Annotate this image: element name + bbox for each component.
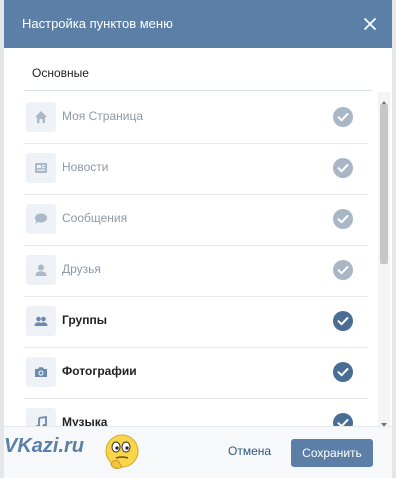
menu-item-music[interactable]: Музыка bbox=[24, 398, 368, 426]
menu-item-news[interactable]: Новости bbox=[24, 143, 368, 195]
check-icon[interactable] bbox=[333, 362, 353, 382]
menu-item-label: Сообщения bbox=[62, 211, 128, 225]
menu-item-label: Музыка bbox=[62, 415, 108, 426]
check-icon[interactable] bbox=[333, 158, 353, 178]
check-icon[interactable] bbox=[333, 107, 353, 127]
scroll-up-arrow-icon[interactable] bbox=[380, 94, 388, 105]
menu-item-my-page[interactable]: Моя Страница bbox=[24, 92, 368, 144]
tab-main[interactable]: Основные bbox=[32, 66, 89, 80]
save-button[interactable]: Сохранить bbox=[291, 439, 373, 467]
scroll-thumb[interactable] bbox=[380, 104, 388, 264]
news-icon bbox=[26, 153, 56, 183]
dialog-title: Настройка пунктов меню bbox=[22, 16, 173, 31]
tab-bar: Основные bbox=[24, 48, 372, 91]
check-icon[interactable] bbox=[333, 413, 353, 426]
message-icon bbox=[26, 204, 56, 234]
menu-settings-dialog: Настройка пунктов меню Основные Моя Стра… bbox=[4, 0, 392, 478]
cancel-button[interactable]: Отмена bbox=[228, 444, 271, 458]
menu-item-messages[interactable]: Сообщения bbox=[24, 194, 368, 246]
groups-icon bbox=[26, 306, 56, 336]
close-icon[interactable] bbox=[358, 12, 382, 36]
dialog-footer: VKazi.ru Отмена Сохранить bbox=[4, 426, 392, 478]
music-icon bbox=[26, 408, 56, 426]
menu-item-groups[interactable]: Группы bbox=[24, 296, 368, 348]
watermark-logo: VKazi.ru bbox=[4, 435, 85, 457]
menu-item-label: Друзья bbox=[62, 262, 101, 276]
check-icon[interactable] bbox=[333, 260, 353, 280]
camera-icon bbox=[26, 357, 56, 387]
menu-item-label: Новости bbox=[62, 160, 109, 174]
list-scrollbar[interactable] bbox=[378, 92, 390, 427]
menu-item-label: Моя Страница bbox=[62, 109, 144, 123]
menu-item-friends[interactable]: Друзья bbox=[24, 245, 368, 297]
dialog-header: Настройка пунктов меню bbox=[4, 0, 392, 48]
menu-item-photos[interactable]: Фотографии bbox=[24, 347, 368, 399]
friend-icon bbox=[26, 255, 56, 285]
check-icon[interactable] bbox=[333, 311, 353, 331]
scroll-down-arrow-icon[interactable] bbox=[380, 416, 388, 427]
check-icon[interactable] bbox=[333, 209, 353, 229]
menu-item-label: Группы bbox=[62, 313, 107, 327]
menu-item-label: Фотографии bbox=[62, 364, 137, 378]
menu-item-list: Моя Страница Новости Сообщения Друзья Гр… bbox=[24, 92, 368, 426]
home-icon bbox=[26, 102, 56, 132]
thinking-smiley-icon bbox=[102, 431, 142, 475]
